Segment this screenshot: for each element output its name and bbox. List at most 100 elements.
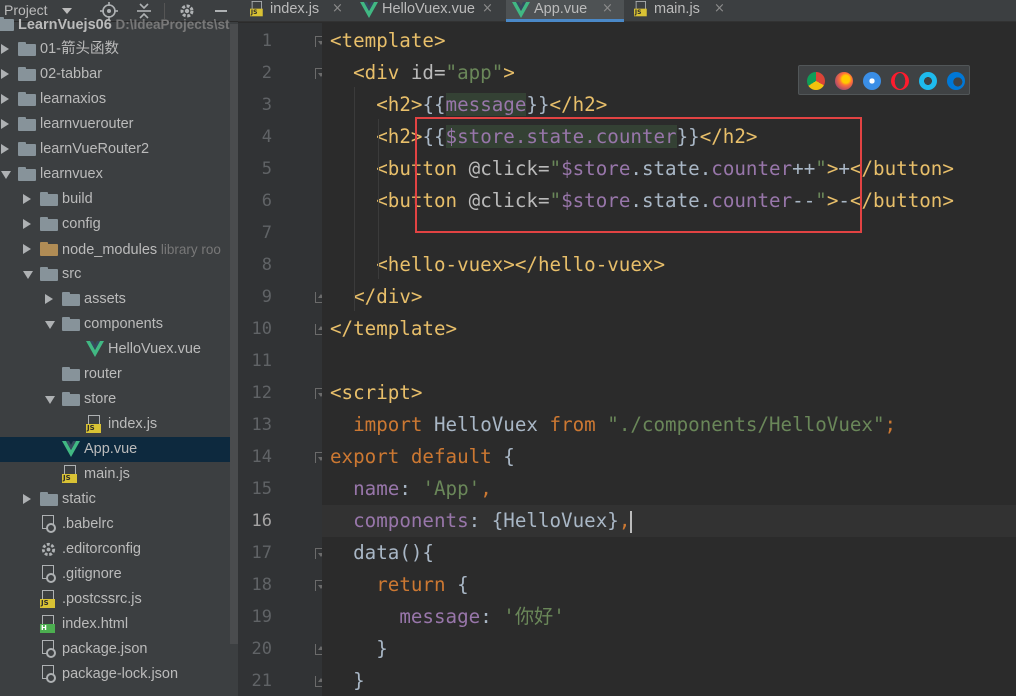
tree-item-label: main.js <box>84 466 130 482</box>
tree-item[interactable]: App.vue <box>0 437 238 462</box>
tree-item[interactable]: router <box>0 362 238 387</box>
ie-icon[interactable] <box>919 72 937 90</box>
code-token: } <box>330 637 388 660</box>
tree-item-label: .babelrc <box>62 516 114 532</box>
edge-icon[interactable] <box>947 72 965 90</box>
close-icon[interactable]: × <box>332 1 343 19</box>
code-token: <hello-vuex></hello-vuex> <box>376 253 666 276</box>
tree-item[interactable]: learnvuex <box>0 162 238 187</box>
highlight-annotation-box <box>415 117 862 233</box>
tree-item-label: config <box>62 216 101 232</box>
code-token: , <box>618 509 631 532</box>
tree-item[interactable]: config <box>0 212 238 237</box>
code-token: ; <box>884 413 897 436</box>
tree-item-hint: D:\IdeaProjects\st <box>111 17 230 32</box>
safari-icon[interactable] <box>863 72 881 90</box>
tab-label: main.js <box>654 1 700 17</box>
tree-item[interactable]: LearnVuejs06 D:\IdeaProjects\st <box>0 12 238 37</box>
chevron-down-icon[interactable] <box>1 171 11 179</box>
chevron-right-icon[interactable] <box>23 219 31 229</box>
tree-item[interactable]: store <box>0 387 238 412</box>
code-token: id= <box>410 61 446 84</box>
chevron-right-icon[interactable] <box>1 44 9 54</box>
tree-item[interactable]: .babelrc <box>0 512 238 537</box>
tree-item[interactable]: package.json <box>0 637 238 662</box>
tree-item[interactable]: .gitignore <box>0 562 238 587</box>
js-file-icon: JS <box>86 415 102 433</box>
editor-tab[interactable]: App.vue × <box>506 0 624 22</box>
tree-item[interactable]: Hindex.html <box>0 612 238 637</box>
tree-item[interactable]: node_modules library roo <box>0 237 238 262</box>
line-number: 17 <box>251 543 272 563</box>
tree-item[interactable]: JS .postcssrc.js <box>0 587 238 612</box>
tree-item[interactable]: assets <box>0 287 238 312</box>
tree-item[interactable]: components <box>0 312 238 337</box>
tree-item[interactable]: build <box>0 187 238 212</box>
code-token: return <box>376 573 458 596</box>
tree-item-label: node_modules library roo <box>62 242 221 258</box>
firefox-icon[interactable] <box>835 72 853 90</box>
tab-label: index.js <box>270 1 320 17</box>
tree-item[interactable]: learnvuerouter <box>0 112 238 137</box>
vue-file-icon <box>360 2 378 18</box>
folder-icon <box>40 266 58 282</box>
folder-icon <box>40 241 58 257</box>
chevron-right-icon[interactable] <box>1 144 9 154</box>
code-token: "./components/HelloVuex" <box>607 413 885 436</box>
tree-item-label: .gitignore <box>62 566 122 582</box>
line-number: 21 <box>251 671 272 691</box>
chevron-right-icon[interactable] <box>45 294 53 304</box>
chevron-right-icon[interactable] <box>23 244 31 254</box>
close-icon[interactable]: × <box>482 1 493 19</box>
chevron-down-icon[interactable] <box>23 271 33 279</box>
vue-file-icon <box>512 2 530 18</box>
project-tree-scrollbar[interactable] <box>230 24 238 644</box>
js-file-icon: JS <box>250 1 264 17</box>
code-line: return { <box>330 569 468 601</box>
editor-tab[interactable]: JS index.js × <box>242 0 354 22</box>
tree-item[interactable]: .editorconfig <box>0 537 238 562</box>
tree-item[interactable]: HelloVuex.vue <box>0 337 238 362</box>
code-line: import HelloVuex from "./components/Hell… <box>330 409 896 441</box>
code-line: data(){ <box>330 537 434 569</box>
tree-item[interactable]: JS main.js <box>0 462 238 487</box>
chevron-right-icon[interactable] <box>23 194 31 204</box>
tree-item[interactable]: static <box>0 487 238 512</box>
folder-icon <box>0 16 14 32</box>
tree-item-label: .editorconfig <box>62 541 141 557</box>
tree-item[interactable]: learnaxios <box>0 87 238 112</box>
close-icon[interactable]: × <box>602 1 613 19</box>
code-token: "app" <box>445 61 504 84</box>
tree-item[interactable]: 01-箭头函数 <box>0 37 238 62</box>
tree-item[interactable]: src <box>0 262 238 287</box>
close-icon[interactable]: × <box>714 1 725 19</box>
tree-item[interactable]: 02-tabbar <box>0 62 238 87</box>
chevron-down-icon[interactable] <box>45 321 55 329</box>
code-token: message <box>445 93 527 116</box>
tree-item-label: HelloVuex.vue <box>108 341 201 357</box>
tree-item[interactable]: JS index.js <box>0 412 238 437</box>
opera-icon[interactable] <box>891 72 909 90</box>
tree-item[interactable]: package-lock.json <box>0 662 238 687</box>
chevron-right-icon[interactable] <box>23 494 31 504</box>
chevron-right-icon[interactable] <box>1 119 9 129</box>
editor-tab[interactable]: JS main.js × <box>626 0 736 22</box>
tree-item-label: learnvuex <box>40 166 103 182</box>
code-token: </div> <box>353 285 423 308</box>
tree-item[interactable]: learnVueRouter2 <box>0 137 238 162</box>
code-token: > <box>503 61 515 84</box>
line-number: 12 <box>251 383 272 403</box>
editor-gutter: 1 2 3 4 5 6 7 8 9 10 11 12 13 14 15 16 17 18 19 20 21 <box>238 23 326 696</box>
chevron-right-icon[interactable] <box>1 94 9 104</box>
chevron-right-icon[interactable] <box>1 69 9 79</box>
line-number: 9 <box>261 287 272 307</box>
line-number: 20 <box>251 639 272 659</box>
chevron-down-icon[interactable] <box>45 396 55 404</box>
chrome-icon[interactable] <box>807 72 825 90</box>
tree-item-label: build <box>62 191 93 207</box>
line-number: 4 <box>261 127 272 147</box>
code-token: 'App' <box>422 477 481 500</box>
editor-tab[interactable]: HelloVuex.vue × <box>354 0 504 22</box>
